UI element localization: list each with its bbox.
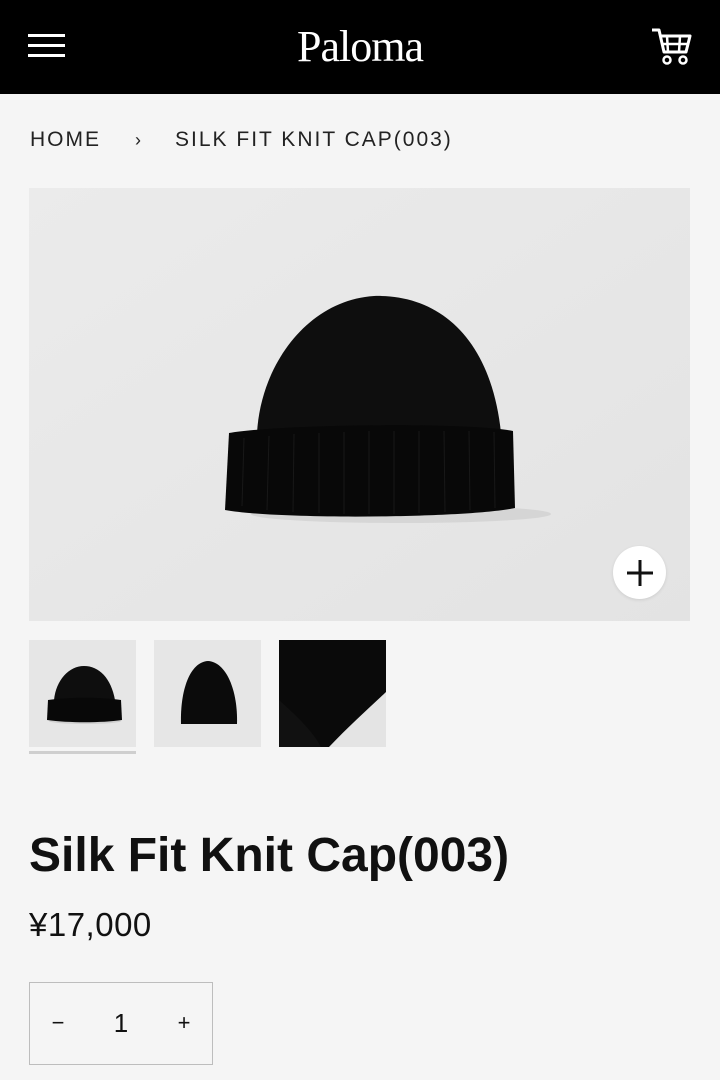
thumbnail-2[interactable] [154,640,261,747]
thumbnail-1[interactable] [29,640,136,747]
quantity-decrease-button[interactable]: − [30,983,86,1063]
product-main-image[interactable] [29,188,690,621]
breadcrumb-separator-icon: › [135,129,141,150]
product-title: Silk Fit Knit Cap(003) [29,829,510,882]
selected-thumbnail-indicator [29,751,136,754]
breadcrumb-home-link[interactable]: HOME [30,128,101,152]
plus-zoom-icon[interactable] [613,546,666,599]
quantity-stepper: − + [29,982,213,1065]
site-header: Paloma [0,0,720,94]
breadcrumb-current: SILK FIT KNIT CAP(003) [175,128,453,151]
breadcrumb: HOME › SILK FIT KNIT CAP(003) [30,128,453,152]
site-logo[interactable]: Paloma [0,22,720,72]
shopping-cart-icon[interactable] [650,26,694,68]
quantity-input[interactable] [86,983,156,1063]
thumbnail-3[interactable] [279,640,386,747]
quantity-increase-button[interactable]: + [156,983,212,1063]
product-price: ¥17,000 [29,906,152,943]
